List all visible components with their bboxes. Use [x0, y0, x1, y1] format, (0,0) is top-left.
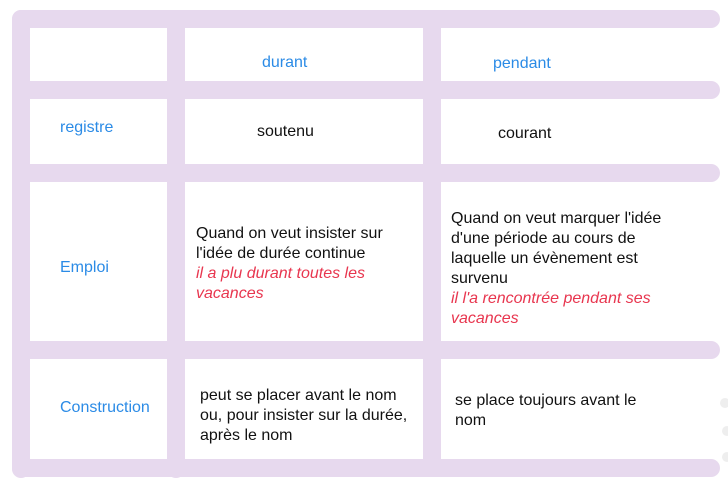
- cell-line: ou, pour insister sur la durée,: [200, 407, 408, 424]
- cell-line: courant: [498, 125, 552, 142]
- grid-line-horizontal: [12, 81, 720, 99]
- cell-line: Quand on veut insister sur: [196, 225, 383, 242]
- cell-registre-durant: soutenu: [257, 122, 314, 142]
- row-label-emploi: Emploi: [60, 259, 109, 276]
- cell-line: laquelle un évènement est: [451, 250, 638, 267]
- cell-line: peut se placer avant le nom: [200, 387, 397, 404]
- grid-line-vertical: [12, 10, 30, 478]
- comparison-table: durant pendant registre soutenu courant …: [0, 0, 728, 481]
- cell-construction-durant: peut se placer avant le nom ou, pour ins…: [200, 386, 407, 446]
- row-label-registre: registre: [60, 119, 114, 136]
- example-sentence-line: vacances: [196, 285, 264, 302]
- grid-line-horizontal: [12, 10, 720, 28]
- edge-dot: [722, 452, 728, 462]
- grid-line-horizontal: [12, 459, 720, 477]
- cell-line: survenu: [451, 270, 508, 287]
- column-header-pendant: pendant: [493, 55, 551, 72]
- cell-line: nom: [455, 412, 487, 429]
- cell-construction-pendant: se place toujours avant le nom: [455, 391, 636, 431]
- example-sentence-line: il a plu durant toutes les: [196, 265, 365, 282]
- row-label-construction: Construction: [60, 399, 150, 416]
- grid-line-horizontal: [12, 341, 720, 359]
- edge-dot: [722, 426, 728, 436]
- cell-line: se place toujours avant le: [455, 392, 637, 409]
- cell-line: soutenu: [257, 123, 314, 140]
- cell-line: après le nom: [200, 427, 293, 444]
- example-sentence-line: vacances: [451, 310, 519, 327]
- cell-emploi-durant: Quand on veut insister sur l'idée de dur…: [196, 224, 383, 304]
- example-sentence-line: il l'a rencontrée pendant ses: [451, 290, 651, 307]
- cell-registre-pendant: courant: [498, 124, 551, 144]
- grid-line-horizontal: [12, 164, 720, 182]
- cell-line: d'une période au cours de: [451, 230, 636, 247]
- cell-line: l'idée de durée continue: [196, 245, 366, 262]
- grid-line-vertical: [167, 18, 185, 478]
- column-header-durant: durant: [262, 54, 308, 71]
- edge-dot: [720, 398, 728, 408]
- grid-line-vertical: [423, 10, 441, 470]
- cell-line: Quand on veut marquer l'idée: [451, 210, 662, 227]
- cell-emploi-pendant: Quand on veut marquer l'idée d'une pério…: [451, 209, 661, 329]
